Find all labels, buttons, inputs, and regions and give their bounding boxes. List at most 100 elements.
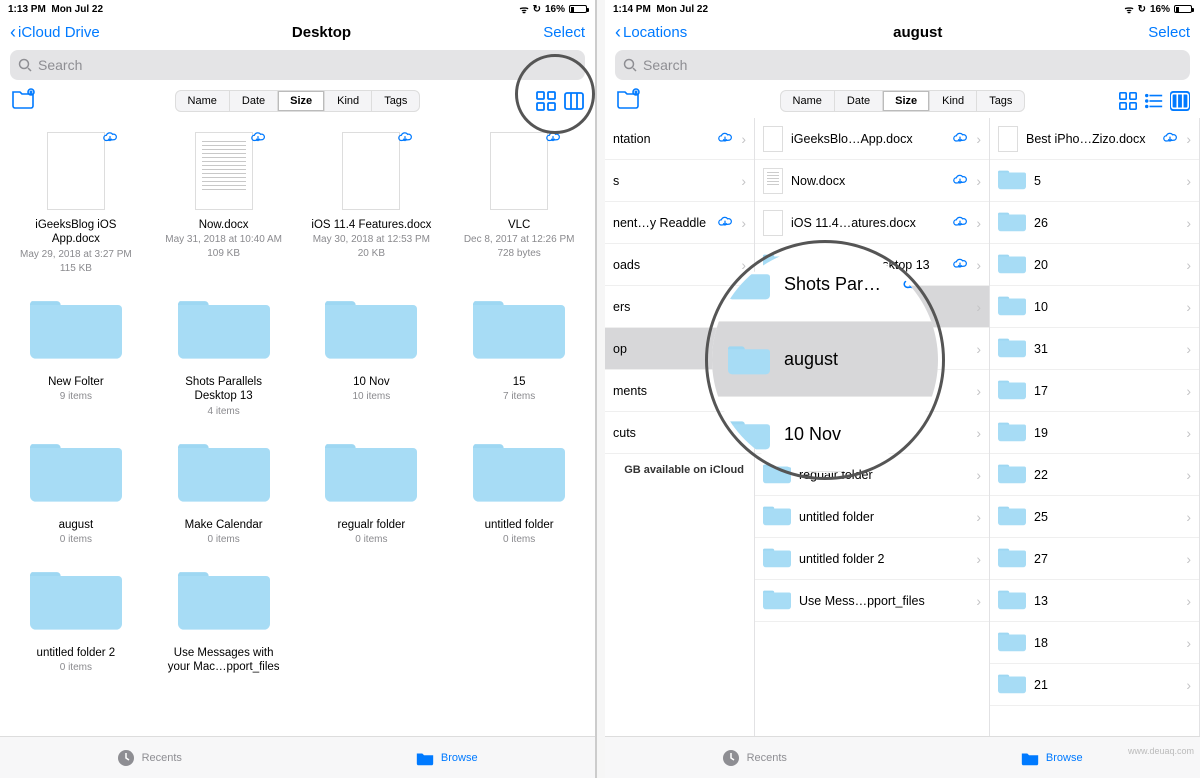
list-row[interactable]: s› — [605, 160, 754, 202]
tab-browse[interactable]: Browse — [298, 737, 596, 778]
file-item[interactable]: Make Calendar0 items — [154, 428, 294, 546]
sort-date[interactable]: Date — [835, 91, 883, 111]
row-label: 20 — [1034, 258, 1178, 272]
file-name: iOS 11.4 Features.docx — [311, 218, 431, 232]
sort-name[interactable]: Name — [176, 91, 230, 111]
grid-view-icon[interactable] — [535, 90, 557, 112]
file-item[interactable]: untitled folder0 items — [449, 428, 589, 546]
file-meta: 0 items — [355, 534, 387, 546]
row-label: oads — [613, 258, 733, 272]
list-row[interactable]: 20› — [990, 244, 1199, 286]
sort-date[interactable]: Date — [230, 91, 278, 111]
list-row[interactable]: Use Mess…pport_files› — [755, 580, 989, 622]
chevron-left-icon: ‹ — [615, 22, 621, 43]
folder-icon — [998, 420, 1026, 445]
row-label: 10 Nov — [784, 424, 922, 445]
search-field[interactable]: Search — [10, 50, 585, 80]
row-label: ntation — [613, 132, 709, 146]
chevron-right-icon: › — [976, 341, 981, 357]
chevron-right-icon: › — [976, 551, 981, 567]
file-meta: 20 KB — [358, 248, 385, 260]
cloud-download-icon — [952, 173, 968, 189]
status-time: 1:13 PM — [8, 4, 46, 15]
tab-browse[interactable]: Browse — [903, 737, 1200, 778]
document-icon — [998, 126, 1018, 152]
file-item[interactable]: Now.docxMay 31, 2018 at 10:40 AM109 KB — [154, 128, 294, 275]
list-row[interactable]: nent…y Readdle› — [605, 202, 754, 244]
file-item[interactable]: iGeeksBlog iOS App.docxMay 29, 2018 at 3… — [6, 128, 146, 275]
list-row[interactable]: 19› — [990, 412, 1199, 454]
select-button[interactable]: Select — [543, 24, 585, 41]
page-title: Desktop — [100, 24, 544, 41]
folder-icon — [998, 630, 1026, 655]
file-name: New Folter — [48, 375, 104, 389]
file-item[interactable]: Shots Parallels Desktop 134 items — [154, 285, 294, 418]
list-row[interactable]: 22› — [990, 454, 1199, 496]
status-time: 1:14 PM — [613, 4, 651, 15]
grid-view-icon[interactable] — [1118, 91, 1138, 111]
file-item[interactable]: 10 Nov10 items — [302, 285, 442, 418]
back-button[interactable]: ‹Locations — [615, 22, 687, 43]
folder-icon — [998, 546, 1026, 571]
column-view-icon[interactable] — [563, 90, 585, 112]
list-row[interactable]: 27› — [990, 538, 1199, 580]
cloud-download-icon — [545, 130, 561, 147]
list-row[interactable]: iOS 11.4…atures.docx› — [755, 202, 989, 244]
chevron-right-icon: › — [976, 425, 981, 441]
new-folder-button[interactable] — [615, 86, 641, 115]
folder-icon — [998, 294, 1026, 319]
file-item[interactable]: regualr folder0 items — [302, 428, 442, 546]
file-name: Use Messages with your Mac…pport_files — [164, 646, 284, 675]
file-item[interactable]: New Folter9 items — [6, 285, 146, 418]
tab-recents[interactable]: Recents — [605, 737, 903, 778]
list-row[interactable]: Now.docx› — [755, 160, 989, 202]
list-row[interactable]: untitled folder› — [755, 496, 989, 538]
file-grid: iGeeksBlog iOS App.docxMay 29, 2018 at 3… — [6, 128, 589, 675]
sort-tags[interactable]: Tags — [977, 91, 1024, 111]
row-label: 5 — [1034, 174, 1178, 188]
list-row[interactable]: oads› — [605, 244, 754, 286]
list-row[interactable]: 26› — [990, 202, 1199, 244]
list-view-icon[interactable] — [1144, 91, 1164, 111]
file-meta: 728 bytes — [497, 248, 540, 260]
list-row[interactable]: Best iPho…Zizo.docx› — [990, 118, 1199, 160]
list-row[interactable]: 21› — [990, 664, 1199, 706]
list-row[interactable]: 31› — [990, 328, 1199, 370]
list-row[interactable]: untitled folder 2› — [755, 538, 989, 580]
file-item[interactable]: VLCDec 8, 2017 at 12:26 PM728 bytes — [449, 128, 589, 275]
battery-percent: 16% — [1150, 4, 1170, 15]
select-button[interactable]: Select — [1148, 24, 1190, 41]
chevron-right-icon: › — [976, 173, 981, 189]
file-item[interactable]: Use Messages with your Mac…pport_files — [154, 556, 294, 675]
list-row[interactable]: 25› — [990, 496, 1199, 538]
sort-kind[interactable]: Kind — [325, 91, 372, 111]
list-row[interactable]: 10› — [990, 286, 1199, 328]
cloud-download-icon — [952, 257, 968, 273]
new-folder-button[interactable] — [10, 86, 36, 115]
back-button[interactable]: ‹iCloud Drive — [10, 22, 100, 43]
sort-tags[interactable]: Tags — [372, 91, 419, 111]
sort-name[interactable]: Name — [781, 91, 835, 111]
column-view-icon[interactable] — [1170, 91, 1190, 111]
file-item[interactable]: untitled folder 20 items — [6, 556, 146, 675]
list-row[interactable]: 17› — [990, 370, 1199, 412]
list-row[interactable]: 18› — [990, 622, 1199, 664]
search-icon — [18, 58, 32, 72]
search-placeholder: Search — [38, 57, 82, 73]
status-bar: 1:13 PM Mon Jul 22 ᯤ ↻ 16% — [0, 0, 595, 16]
list-row[interactable]: iGeeksBlo…App.docx› — [755, 118, 989, 160]
sort-size[interactable]: Size — [278, 91, 325, 111]
file-item[interactable]: iOS 11.4 Features.docxMay 30, 2018 at 12… — [302, 128, 442, 275]
tab-recents[interactable]: Recents — [0, 737, 298, 778]
search-field[interactable]: Search — [615, 50, 1190, 80]
list-row[interactable]: ntation› — [605, 118, 754, 160]
controls-row: Name Date Size Kind Tags — [605, 84, 1200, 118]
file-item[interactable]: 157 items — [449, 285, 589, 418]
list-row[interactable]: 5› — [990, 160, 1199, 202]
sort-kind[interactable]: Kind — [930, 91, 977, 111]
file-meta: 115 KB — [60, 263, 92, 275]
row-label: s — [613, 174, 733, 188]
sort-size[interactable]: Size — [883, 91, 930, 111]
file-item[interactable]: august0 items — [6, 428, 146, 546]
list-row[interactable]: 13› — [990, 580, 1199, 622]
